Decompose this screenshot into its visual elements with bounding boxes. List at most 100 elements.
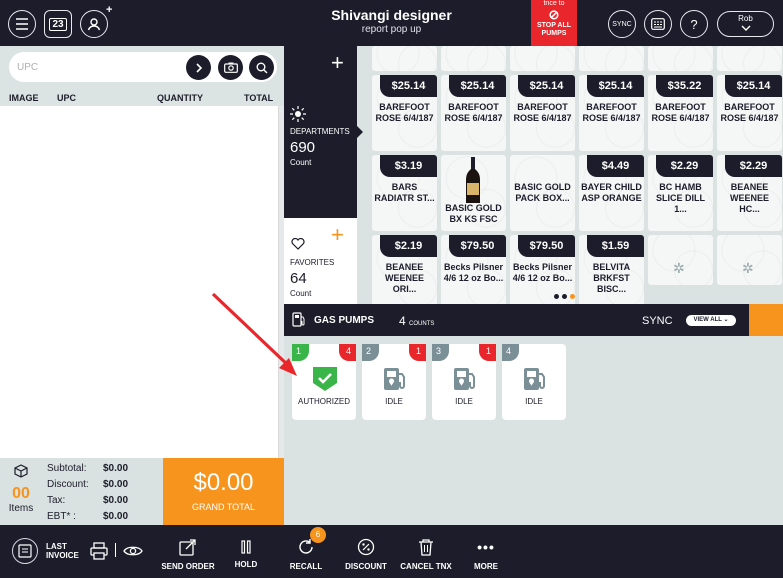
product-price: $4.49 <box>587 155 644 177</box>
subtotal-label: Subtotal: <box>47 463 87 474</box>
print-icon[interactable] <box>90 542 108 560</box>
add-customer-button[interactable] <box>80 10 108 38</box>
product-name: BC HAMB SLICE DILL 1... <box>656 182 705 214</box>
menu-button[interactable] <box>8 10 36 38</box>
add-favorite-button[interactable]: + <box>331 222 344 248</box>
product-name: BAREFOOT ROSE 6/4/187 <box>513 102 572 123</box>
product-tile-top-partial <box>510 46 575 71</box>
product-tile-loading[interactable]: ✲ <box>648 235 713 285</box>
column-upc: UPC <box>57 93 77 103</box>
calendar-icon: 23 <box>49 17 67 31</box>
product-tile-loading[interactable]: ✲ <box>717 235 782 285</box>
product-tile-top-partial <box>579 46 644 71</box>
product-price: $25.14 <box>449 75 506 97</box>
chevron-right-icon <box>195 62 202 73</box>
discount-label: Discount: <box>47 479 89 490</box>
product-tile[interactable]: $25.14 BAREFOOT ROSE 6/4/187 <box>510 75 575 151</box>
product-tile[interactable]: $2.29 BEANEE WEENEE HC... <box>717 155 782 231</box>
subtotal-value: $0.00 <box>103 463 129 474</box>
sync-label: SYNC <box>612 20 632 28</box>
sync-button[interactable]: SYNC <box>608 10 636 38</box>
send-order-label: SEND ORDER <box>161 562 215 571</box>
search-button[interactable] <box>249 55 274 80</box>
favorites-count: 64 <box>290 270 307 287</box>
product-name: BEANEE WEENEE HC... <box>729 182 769 214</box>
product-name: Becks Pilsner 4/6 12 oz Bo... <box>443 262 504 283</box>
cancel-transaction-button[interactable]: CANCEL TNX <box>398 535 454 571</box>
eye-icon[interactable] <box>123 544 143 558</box>
pagination-dots[interactable] <box>554 291 578 301</box>
product-tile[interactable]: BASIC GOLD BX KS FSC <box>441 155 506 231</box>
product-tile-top-partial <box>648 46 713 71</box>
column-quantity: QUANTITY <box>157 93 203 103</box>
upc-search-input[interactable] <box>17 59 177 75</box>
product-tile[interactable]: $3.19 BARS RADIATR ST... <box>372 155 437 231</box>
send-order-button[interactable]: SEND ORDER <box>160 535 216 571</box>
ebt-label: EBT* : <box>47 511 76 522</box>
product-name: BAREFOOT ROSE 6/4/187 <box>651 102 710 123</box>
more-button[interactable]: ••• MORE <box>466 535 506 571</box>
page-dot-1[interactable] <box>554 294 559 299</box>
pump-number: 2 <box>362 344 379 361</box>
camera-icon <box>223 62 238 73</box>
calendar-button[interactable]: 23 <box>44 10 72 38</box>
search-submit-button[interactable] <box>186 55 211 80</box>
authorized-shield-icon <box>313 367 337 391</box>
ebt-value: $0.00 <box>103 511 129 522</box>
product-tile[interactable]: $1.59 BELVITA BRKFST BISC... <box>579 235 644 311</box>
product-tile[interactable]: BASIC GOLD PACK BOX... <box>510 155 575 231</box>
pump-alert-badge: 4 <box>339 344 356 361</box>
camera-button[interactable] <box>218 55 243 80</box>
invoice-items-list[interactable] <box>0 106 279 458</box>
product-tile[interactable]: $25.14 BAREFOOT ROSE 6/4/187 <box>372 75 437 151</box>
product-price: $25.14 <box>518 75 575 97</box>
gas-pumps-header: GAS PUMPS 4 COUNTS SYNC VIEW ALL ⌄ <box>284 304 783 336</box>
page-dot-3[interactable] <box>570 294 575 299</box>
stop-all-pumps-button[interactable]: trice to ⊘ STOP ALL PUMPS <box>531 0 577 46</box>
product-tile[interactable]: $4.49 BAYER CHILD ASP ORANGE <box>579 155 644 231</box>
product-tile[interactable]: $25.14 BAREFOOT ROSE 6/4/187 <box>441 75 506 151</box>
tax-value: $0.00 <box>103 495 129 506</box>
trash-icon <box>419 539 433 556</box>
user-add-icon <box>87 18 101 31</box>
product-name: BAREFOOT ROSE 6/4/187 <box>582 102 641 123</box>
product-tile[interactable]: $25.14 BAREFOOT ROSE 6/4/187 <box>579 75 644 151</box>
grand-total-button[interactable]: $0.00 GRAND TOTAL <box>163 458 284 525</box>
user-menu[interactable]: Rob <box>717 11 774 37</box>
pump-status: IDLE <box>455 397 473 406</box>
product-tile[interactable]: $25.14 BAREFOOT ROSE 6/4/187 <box>717 75 782 151</box>
product-tile[interactable]: $2.19 BEANEE WEENEE ORI... <box>372 235 437 311</box>
pump-number: 3 <box>432 344 449 361</box>
add-department-button[interactable]: + <box>331 50 344 76</box>
keypad-button[interactable] <box>644 10 672 38</box>
gas-sync-button[interactable]: SYNC <box>642 315 673 327</box>
pump-card[interactable]: 4 IDLE <box>502 344 566 420</box>
product-tile[interactable]: $79.50 Becks Pilsner 4/6 12 oz Bo... <box>441 235 506 311</box>
tax-label: Tax: <box>47 495 66 506</box>
last-invoice-button[interactable] <box>12 538 38 564</box>
page-title: Shivangi designer <box>331 7 452 23</box>
view-all-dropdown[interactable]: VIEW ALL ⌄ <box>686 315 736 326</box>
product-tile[interactable]: $35.22 BAREFOOT ROSE 6/4/187 <box>648 75 713 151</box>
pump-status: IDLE <box>525 397 543 406</box>
product-price: $79.50 <box>518 235 575 257</box>
departments-panel[interactable]: + DEPARTMENTS 690 Count <box>284 46 357 218</box>
discount-button[interactable]: DISCOUNT <box>342 535 390 571</box>
totals-panel: 00 Items Subtotal: $0.00 Discount: $0.00… <box>0 458 163 525</box>
help-button[interactable]: ? <box>680 10 708 38</box>
active-panel-pointer <box>357 126 363 138</box>
pump-card[interactable]: 3 1 IDLE <box>432 344 496 420</box>
departments-label: DEPARTMENTS <box>290 127 350 136</box>
page-dot-2[interactable] <box>562 294 567 299</box>
product-tile[interactable]: $2.29 BC HAMB SLICE DILL 1... <box>648 155 713 231</box>
product-name: BEANEE WEENEE ORI... <box>384 262 424 294</box>
product-price: $25.14 <box>725 75 782 97</box>
search-icon <box>256 62 267 73</box>
last-invoice-label[interactable]: LAST INVOICE <box>46 542 86 560</box>
pause-icon <box>241 540 251 554</box>
pump-card[interactable]: 2 1 IDLE <box>362 344 426 420</box>
hold-button[interactable]: HOLD <box>228 535 264 569</box>
product-name: BASIC GOLD BX KS FSC <box>445 203 502 224</box>
stop-pumps-label: STOP ALL PUMPS <box>536 22 572 37</box>
search-area <box>0 46 284 90</box>
